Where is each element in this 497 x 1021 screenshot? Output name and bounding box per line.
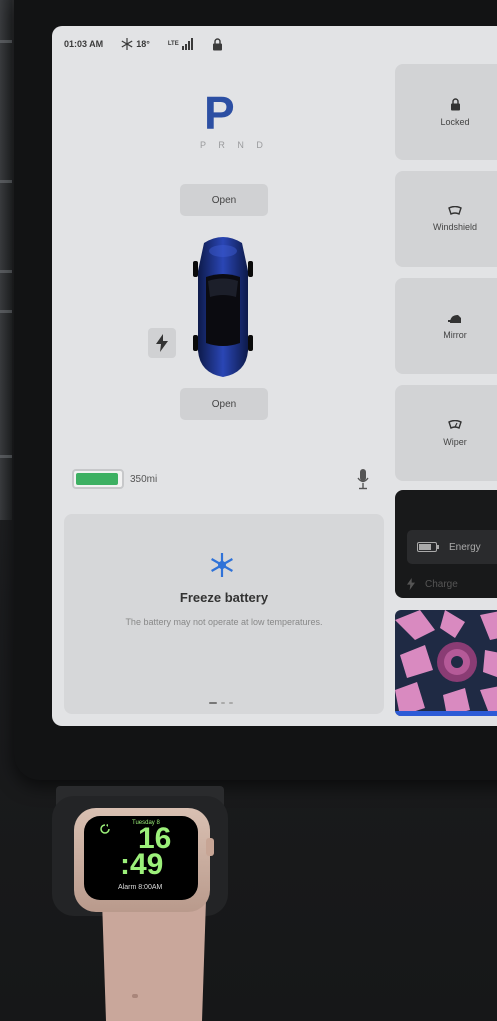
open-frunk-button[interactable]: Open [180, 184, 268, 216]
current-gear: P [204, 87, 235, 139]
signal-icon [181, 38, 193, 50]
album-art-tile[interactable] [395, 610, 497, 716]
charge-menu-item[interactable]: Charge [407, 578, 458, 590]
microphone-icon[interactable] [357, 468, 369, 490]
watch-alarm: Alarm 8:00AM [118, 884, 163, 891]
lock-icon [450, 97, 460, 110]
quick-control-label: Locked [440, 116, 470, 127]
album-artwork [395, 610, 497, 716]
media-progress-bar [395, 711, 497, 716]
quick-control-wiper[interactable]: Wiper [395, 385, 497, 481]
charging-icon [100, 824, 110, 834]
quick-control-label: Windshield [432, 222, 478, 232]
snowflake-battery-icon [211, 553, 233, 577]
car-top-view [193, 237, 253, 377]
battery-indicator: 350mi [72, 469, 157, 489]
charge-label: Charge [425, 578, 458, 590]
quick-control-windshield[interactable]: Windshield [395, 171, 497, 267]
watch-minute: :49 [120, 848, 164, 881]
alert-title: Freeze battery [179, 590, 269, 605]
snowflake-icon [121, 38, 133, 50]
battery-alert-card: Freeze battery The battery may not opera… [64, 514, 384, 714]
quick-control-label: Wiper [443, 436, 467, 447]
mirror-icon [448, 314, 461, 323]
defrost-icon [448, 206, 462, 215]
quick-control-label: Mirror [443, 329, 467, 340]
open-trunk-button[interactable]: Open [180, 388, 268, 420]
app-menu-panel: Energy Charge [395, 490, 497, 598]
temperature-value: 18° [136, 39, 150, 49]
page-dot-active [209, 702, 217, 704]
battery-range: 350mi [130, 473, 158, 485]
signal-indicator: LTE [168, 38, 194, 50]
gear-selector: P R N D [200, 140, 268, 150]
watch-band [102, 900, 206, 1021]
apple-watch: Tuesday 8 16 :49 Alarm 8:00AM [74, 808, 214, 912]
page-indicator [209, 702, 233, 704]
dashboard-trim [0, 0, 12, 520]
watch-display: Tuesday 8 16 :49 Alarm 8:00AM [84, 816, 198, 900]
car-touchscreen: 01:03 AM 18° LTE P P R N D Open Open 350… [52, 26, 497, 726]
battery-small-icon [417, 542, 439, 552]
energy-button[interactable]: Energy [407, 530, 497, 564]
charge-port-button[interactable] [148, 328, 176, 358]
page-dot [229, 702, 233, 704]
alert-description: The battery may not operate at low tempe… [125, 617, 323, 627]
watch-crown[interactable] [206, 838, 214, 856]
quick-control-lock[interactable]: Locked [395, 64, 497, 160]
lightning-icon [156, 334, 168, 352]
energy-label: Energy [449, 541, 481, 553]
temperature-readout: 18° [121, 38, 150, 50]
page-dot [221, 702, 225, 704]
lightning-icon [407, 578, 415, 590]
quick-control-mirror[interactable]: Mirror [395, 278, 497, 374]
signal-label: LTE [167, 41, 179, 47]
lock-status[interactable] [212, 37, 223, 51]
wiper-icon [448, 419, 462, 429]
status-bar: 01:03 AM 18° LTE [64, 36, 223, 52]
lock-icon [212, 37, 222, 50]
battery-fill [76, 473, 118, 485]
clock: 01:03 AM [64, 39, 104, 49]
battery-icon [72, 469, 124, 489]
